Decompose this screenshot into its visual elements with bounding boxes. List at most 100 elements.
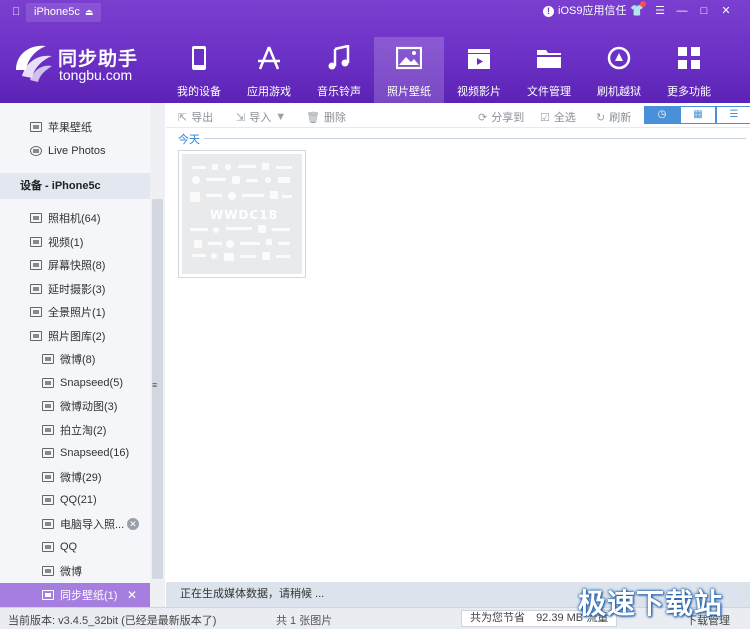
album-icon [30, 307, 42, 317]
title-bar:  iPhone5c ⏏ ! iOS9应用信任 👕 ☰ — □ ✕ [0, 0, 750, 24]
main-nav: 我的设备 应用游戏 音乐铃声 照片壁纸 视频影片 文件管理 刷机越狱 更多功能 [164, 37, 724, 103]
sidebar-item-label: 微博(8) [60, 354, 96, 366]
import-icon: ⇲ [236, 111, 246, 124]
nav-apps[interactable]: 应用游戏 [234, 37, 304, 103]
live-photo-icon [30, 146, 42, 156]
export-button[interactable]: ⇱ 导出 [178, 109, 213, 125]
folder-icon [537, 50, 561, 68]
album-icon [42, 495, 54, 505]
ios-trust-link[interactable]: ! iOS9应用信任 [543, 4, 626, 19]
nav-label: 我的设备 [177, 86, 221, 98]
sidebar: 苹果壁纸 Live Photos 设备 - iPhone5c 照相机(64) 视… [0, 103, 165, 607]
sidebar-subitem[interactable]: 拍立淘(2) [0, 418, 151, 442]
nav-photos[interactable]: 照片壁纸 [374, 37, 444, 103]
delete-button[interactable]: 🗑 删除 [306, 109, 346, 125]
import-button[interactable]: ⇲ 导入 ▼ [236, 109, 286, 125]
photo-count: 共 1 张图片 [276, 615, 333, 627]
sidebar-item-label: 屏幕快照(8) [48, 260, 106, 272]
minimize-icon[interactable]: — [673, 3, 691, 19]
grid-icon: ▦ [693, 109, 703, 120]
refresh-button[interactable]: ↻ 刷新 [596, 109, 631, 125]
nav-files[interactable]: 文件管理 [514, 37, 584, 103]
notification-badge [640, 1, 646, 7]
sidebar-subitem[interactable]: Snapseed(16) [0, 441, 151, 465]
close-icon[interactable]: ✕ [127, 588, 137, 602]
nav-my-device[interactable]: 我的设备 [164, 37, 234, 103]
nav-label: 应用游戏 [247, 86, 291, 98]
sidebar-subitem[interactable]: 微博动图(3) [0, 394, 151, 418]
sidebar-item-label: Snapseed(16) [60, 447, 130, 459]
sidebar-item-camera[interactable]: 照相机(64) [0, 206, 151, 230]
share-button[interactable]: ⟳ 分享到 [478, 109, 524, 125]
close-icon[interactable]: ✕ [717, 3, 735, 19]
view-grid-button[interactable]: ▦ [680, 106, 716, 124]
nav-label: 视频影片 [457, 86, 501, 98]
nav-music[interactable]: 音乐铃声 [304, 37, 374, 103]
delete-label: 删除 [323, 112, 346, 124]
video-icon [30, 237, 42, 247]
app-logo: 同步助手 tongbu.com [12, 40, 162, 86]
sidebar-item-label: 微博 [60, 566, 82, 578]
wallpaper-icon [30, 122, 42, 132]
export-label: 导出 [191, 112, 214, 124]
select-all-button[interactable]: ☑ 全选 [540, 109, 576, 125]
info-icon: ! [543, 6, 554, 17]
sidebar-subitem[interactable]: Snapseed(5) [0, 371, 151, 395]
traffic-saved-prefix: 共为您节省 [470, 612, 525, 624]
timelapse-icon [30, 284, 42, 294]
wallpaper-image: WWDC18 [182, 154, 302, 274]
menu-icon[interactable]: ☰ [651, 3, 669, 19]
nav-jailbreak[interactable]: 刷机越狱 [584, 37, 654, 103]
camera-icon [30, 213, 42, 223]
wwdc-label: WWDC18 [210, 208, 278, 222]
site-watermark: 极速下载站 [578, 587, 724, 620]
import-label: 导入 [249, 112, 272, 124]
phone-icon [192, 46, 206, 70]
sidebar-item-live-photos[interactable]: Live Photos [0, 139, 151, 163]
sidebar-item-label: 苹果壁纸 [48, 122, 92, 134]
remove-icon[interactable]: ✕ [127, 518, 139, 530]
device-tab[interactable]: iPhone5c ⏏ [26, 3, 102, 22]
sidebar-item-label: 微博动图(3) [60, 401, 118, 413]
version-text: 当前版本: v3.4.5_32bit (已经是最新版本了) [8, 615, 217, 627]
sidebar-subitem[interactable]: QQ(21) [0, 488, 151, 512]
view-list-button[interactable]: ☰ [716, 106, 750, 124]
sidebar-item-timelapse[interactable]: 延时摄影(3) [0, 277, 151, 301]
sidebar-subitem[interactable]: 微博 [0, 559, 151, 583]
sidebar-item-photo-library[interactable]: 照片图库(2) [0, 324, 151, 348]
sidebar-item-label: QQ [60, 541, 78, 553]
album-icon [30, 331, 42, 341]
view-timeline-button[interactable]: ◷ [644, 106, 680, 124]
album-icon [42, 472, 54, 482]
sidebar-item-apple-wallpapers[interactable]: 苹果壁纸 [0, 115, 151, 139]
export-icon: ⇱ [178, 111, 188, 124]
album-icon [42, 590, 54, 600]
sidebar-subitem-pc-import[interactable]: 电脑导入照... ✕ [0, 512, 151, 536]
eject-icon[interactable]: ⏏ [85, 3, 94, 22]
refresh-label: 刷新 [609, 112, 632, 124]
sidebar-item-video[interactable]: 视频(1) [0, 230, 151, 254]
sidebar-item-panorama[interactable]: 全景照片(1) [0, 300, 151, 324]
nav-videos[interactable]: 视频影片 [444, 37, 514, 103]
sidebar-subitem[interactable]: QQ [0, 535, 151, 559]
app-store-icon [258, 46, 280, 70]
checkbox-icon: ☑ [540, 111, 550, 124]
trash-icon: 🗑 [306, 111, 320, 124]
sidebar-scrollbar[interactable] [150, 103, 165, 607]
sidebar-item-label: 同步壁纸(1) [60, 590, 118, 602]
maximize-icon[interactable]: □ [695, 3, 713, 19]
sidebar-section-device: 设备 - iPhone5c [0, 173, 151, 199]
sidebar-subitem-sync-wallpaper[interactable]: 同步壁纸(1) ✕ [0, 583, 151, 607]
photo-thumbnail[interactable]: WWDC18 [178, 150, 306, 278]
logo-mark-icon [16, 45, 52, 82]
sidebar-subitem[interactable]: 微博(29) [0, 465, 151, 489]
grid-icon [678, 47, 700, 69]
resize-grip-icon[interactable]: ≡ [152, 380, 157, 390]
sidebar-item-screenshots[interactable]: 屏幕快照(8) [0, 253, 151, 277]
album-icon [30, 260, 42, 270]
share-label: 分享到 [491, 112, 525, 124]
album-icon [42, 519, 54, 529]
nav-more[interactable]: 更多功能 [654, 37, 724, 103]
sidebar-subitem[interactable]: 微博(8) [0, 347, 151, 371]
chevron-down-icon: ▼ [275, 111, 287, 123]
